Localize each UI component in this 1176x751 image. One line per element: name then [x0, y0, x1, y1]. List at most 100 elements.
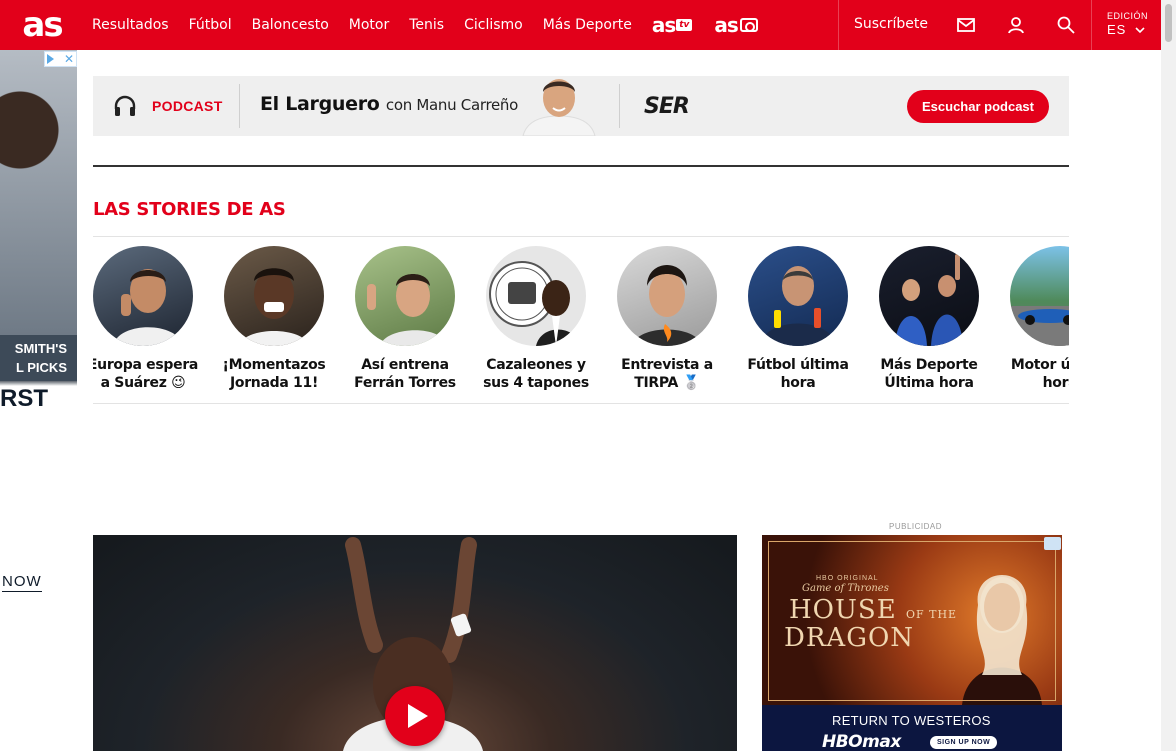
story-item[interactable]: Entrevista a TIRPA 🥈: [617, 246, 748, 391]
stories-carousel: Europa espera a Suárez 😉 ¡Momentazos Jorna…: [93, 246, 1069, 396]
story-thumbnail[interactable]: [486, 246, 586, 346]
chevron-down-icon: [1135, 26, 1145, 33]
as-foto-text: as: [714, 13, 738, 37]
story-thumbnail[interactable]: [224, 246, 324, 346]
ad-photo: [0, 50, 77, 335]
listen-podcast-button[interactable]: Escuchar podcast: [907, 90, 1049, 123]
story-caption-line2: hora: [780, 375, 816, 391]
featured-video[interactable]: [93, 535, 737, 751]
top-navbar: as Resultados Fútbol Baloncesto Motor Te…: [0, 0, 1161, 50]
house-text: HOUSE: [789, 595, 897, 625]
podcast-title: El Larguero con Manu Carreño: [260, 93, 518, 115]
story-thumbnail[interactable]: [748, 246, 848, 346]
nav-item-ciclismo[interactable]: Ciclismo: [464, 17, 523, 33]
story-caption-line1: Motor última: [1010, 357, 1069, 373]
of-the-text: OF THE: [905, 608, 958, 621]
ad-cta[interactable]: NOW: [2, 573, 42, 592]
story-caption-line1: Fútbol última: [747, 357, 849, 373]
search-icon[interactable]: [1056, 15, 1076, 35]
house-of-the-dragon-ad[interactable]: HBO ORIGINAL Game of Thrones HOUSE OF TH…: [762, 535, 1062, 751]
story-thumbnail[interactable]: [93, 246, 193, 346]
as-tv-text: as: [651, 13, 676, 37]
story-item[interactable]: Europa espera a Suárez 😉: [93, 246, 224, 391]
hbomax-logo: HBOmax: [822, 732, 901, 751]
story-thumbnail[interactable]: [1010, 246, 1069, 346]
ad-label: PUBLICIDAD: [889, 522, 943, 531]
story-caption-line2: Jornada 11!: [229, 375, 319, 391]
section-divider: [93, 165, 1069, 167]
tv-badge: tv: [676, 19, 693, 31]
story-item[interactable]: ¡Momentazos Jornada 11!: [223, 246, 355, 391]
story-caption-line1: ¡Momentazos: [222, 357, 326, 373]
edition-value: ES: [1107, 22, 1127, 37]
podcast-name: El Larguero: [260, 93, 380, 115]
nav-item-motor[interactable]: Motor: [349, 17, 389, 33]
story-caption-line2: Última hora: [884, 375, 974, 391]
sign-up-button[interactable]: SIGN UP NOW: [930, 736, 998, 749]
story-caption-line2: Ferrán Torres: [354, 375, 456, 391]
hbo-original-label: HBO ORIGINAL: [816, 575, 879, 582]
story-caption-line2: hora: [1042, 375, 1069, 391]
story-thumbnail[interactable]: [879, 246, 979, 346]
nav-item-resultados[interactable]: Resultados: [92, 17, 169, 33]
divider: [93, 403, 1069, 404]
story-thumbnail[interactable]: [355, 246, 455, 346]
left-skyscraper-ad[interactable]: SMITH'S L PICKS RST NOW: [0, 50, 77, 650]
header-divider: [1091, 0, 1092, 50]
edition-label: EDICIÓN: [1107, 11, 1149, 21]
subscribe-link[interactable]: Suscríbete: [854, 16, 928, 32]
mail-icon[interactable]: [956, 15, 976, 35]
story-caption-line1: Así entrena: [361, 357, 449, 373]
divider: [619, 84, 620, 128]
story-caption-line1: Más Deporte: [880, 357, 978, 373]
stories-heading: LAS STORIES DE AS: [93, 199, 286, 220]
adchoices-icon: [47, 54, 54, 64]
scrollbar-track[interactable]: [1161, 0, 1176, 751]
nav-item-baloncesto[interactable]: Baloncesto: [252, 17, 329, 33]
camera-icon: [739, 18, 758, 32]
ad-bottom-bar: [762, 705, 1062, 751]
as-logo[interactable]: as: [0, 0, 80, 50]
story-caption-line2: sus 4 tapones: [483, 375, 589, 391]
divider: [239, 84, 240, 128]
story-caption-line2: a Suárez 😉: [100, 375, 186, 391]
header-divider: [838, 0, 839, 50]
podcast-host: con Manu Carreño: [385, 96, 519, 114]
game-of-thrones-label: Game of Thrones: [802, 583, 889, 594]
adchoices-badge[interactable]: ✕: [44, 51, 77, 67]
ad-title-house: HOUSE OF THE: [789, 595, 957, 625]
user-icon[interactable]: [1006, 15, 1026, 35]
main-nav: Resultados Fútbol Baloncesto Motor Tenis…: [92, 0, 780, 50]
ad-line-2: L PICKS: [15, 360, 67, 375]
play-button[interactable]: [385, 686, 445, 746]
as-tv-link[interactable]: as tv: [652, 13, 693, 37]
story-caption-line1: Entrevista a: [621, 357, 713, 373]
nav-item-mas-deporte[interactable]: Más Deporte: [543, 17, 632, 33]
story-caption-line2: TIRPA 🥈: [634, 375, 700, 391]
as-foto-link[interactable]: as: [714, 13, 758, 37]
ad-big-text: RST: [0, 385, 48, 412]
story-caption-line1: Cazaleones y: [486, 357, 586, 373]
edition-selector[interactable]: EDICIÓN ES: [1107, 11, 1148, 37]
story-thumbnail[interactable]: [617, 246, 717, 346]
close-icon[interactable]: ✕: [64, 53, 74, 65]
nav-item-tenis[interactable]: Tenis: [409, 17, 444, 33]
story-item[interactable]: Cazaleones y sus 4 tapones: [483, 246, 617, 391]
ad-line-1: SMITH'S: [14, 341, 67, 356]
scrollbar-thumb[interactable]: [1165, 4, 1172, 42]
podcast-banner[interactable]: PODCAST El Larguero con Manu Carreño SER…: [93, 76, 1069, 136]
page: as Resultados Fútbol Baloncesto Motor Te…: [0, 0, 1176, 751]
ad-title-dragon: DRAGON: [784, 623, 915, 653]
adchoices-icon[interactable]: [1044, 537, 1061, 550]
story-item[interactable]: Así entrena Ferrán Torres: [354, 246, 486, 391]
ad-band: SMITH'S L PICKS: [0, 335, 77, 381]
story-item[interactable]: Más Deporte Última hora: [879, 246, 1010, 391]
divider: [93, 236, 1069, 237]
nav-item-futbol[interactable]: Fútbol: [189, 17, 232, 33]
story-item[interactable]: Fútbol última hora: [747, 246, 879, 391]
ad-tagline: RETURN TO WESTEROS: [832, 713, 991, 728]
host-photo: [522, 79, 596, 136]
story-caption-line1: Europa espera: [93, 357, 199, 373]
podcast-label: PODCAST: [152, 98, 223, 114]
story-item[interactable]: Motor última hora: [1010, 246, 1069, 391]
